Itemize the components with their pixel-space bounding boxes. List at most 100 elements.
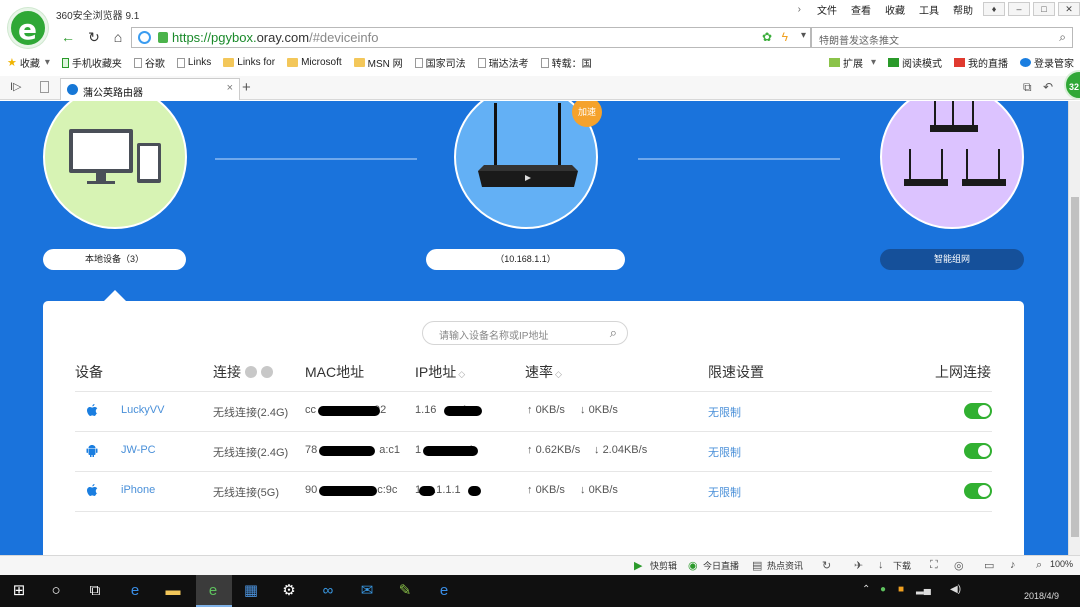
bookmark-links-for[interactable]: Links for [223, 57, 275, 68]
pin-icon[interactable]: ✈ [854, 559, 863, 572]
tray-360-icon[interactable]: ● [880, 584, 886, 595]
search-icon[interactable]: ⌕ [610, 325, 617, 341]
volume-icon[interactable]: ♪ [1010, 559, 1016, 571]
bookmark-google[interactable]: 谷歌 [133, 55, 165, 70]
menu-expand-icon[interactable]: › [798, 4, 801, 15]
sort-icon[interactable]: ◇ [555, 369, 562, 379]
status-quick-clip[interactable]: 快剪辑 [650, 559, 677, 572]
network-icon[interactable]: ◎ [954, 559, 964, 572]
paint-icon[interactable]: ✎ [395, 581, 415, 601]
cortana-icon[interactable]: ○ [46, 581, 66, 601]
windows-start-icon[interactable]: ⊞ [9, 581, 29, 601]
zoom-icon[interactable]: ⌕ [1036, 559, 1042, 572]
tab-close-icon[interactable]: × [227, 82, 233, 94]
my-live-button[interactable]: 我的直播 [954, 55, 1008, 70]
task-view-icon[interactable]: ⧉ [85, 581, 105, 601]
status-download[interactable]: 下载 [893, 559, 911, 572]
bookmark-msn[interactable]: MSN 网 [353, 55, 403, 70]
menu-view[interactable]: 查看 [851, 2, 871, 17]
header-ip[interactable]: IP地址 ◇ [415, 362, 465, 382]
edge-icon[interactable]: e [125, 581, 145, 601]
tray-app-icon[interactable]: ■ [898, 584, 904, 595]
mesh-network-label[interactable]: 智能组网 [880, 249, 1024, 270]
maximize-button[interactable]: □ [1033, 2, 1055, 16]
app-icon[interactable]: ▦ [241, 581, 261, 601]
login-manager-button[interactable]: 登录管家 [1020, 55, 1074, 70]
ie-icon[interactable]: e [434, 581, 454, 601]
file-explorer-icon[interactable]: ▬ [163, 581, 183, 601]
speed-limit-link[interactable]: 无限制 [708, 484, 741, 500]
bookmark-judicial[interactable]: 国家司法 [414, 55, 466, 70]
scrollbar-thumb[interactable] [1071, 197, 1079, 537]
bookmark-ruida[interactable]: 瑞达法考 [477, 55, 529, 70]
tray-volume-icon[interactable]: ◀) [950, 584, 961, 595]
minimize-button[interactable]: – [1008, 2, 1030, 16]
router-ip-label[interactable]: （10.168.1.1） [426, 249, 625, 270]
menu-tools[interactable]: 工具 [919, 2, 939, 17]
internet-toggle[interactable] [964, 403, 992, 419]
zoom-level[interactable]: 100% [1050, 559, 1073, 569]
bookmark-repost[interactable]: 转载：国 [540, 55, 592, 70]
back-button[interactable]: ← [58, 28, 78, 46]
skin-button[interactable]: ♦ [983, 2, 1005, 16]
menu-favorites[interactable]: 收藏 [885, 2, 905, 17]
mesh-network-node[interactable] [880, 101, 1024, 229]
url-field[interactable]: https://pgybox.oray.com/#deviceinfo ✿ ϟ … [131, 27, 811, 48]
device-name[interactable]: LuckyVV [121, 404, 164, 416]
quick-clip-icon[interactable]: ▶ [634, 559, 642, 572]
wifi-filter-icon[interactable] [245, 366, 257, 378]
bookmark-links[interactable]: Links [176, 57, 211, 68]
compat-mode-icon[interactable]: ✿ [762, 30, 772, 44]
settings-icon[interactable]: ⚙ [279, 581, 299, 601]
news-icon[interactable]: ▤ [752, 559, 762, 572]
reading-mode-button[interactable]: 阅读模式 [888, 55, 942, 70]
bookmark-mobile[interactable]: 手机收藏夹 [61, 55, 122, 70]
internet-toggle[interactable] [964, 443, 992, 459]
close-button[interactable]: ✕ [1058, 2, 1080, 16]
device-name[interactable]: JW-PC [121, 444, 156, 456]
bookmark-microsoft[interactable]: Microsoft [287, 57, 342, 68]
menu-help[interactable]: 帮助 [953, 2, 973, 17]
window-icon[interactable]: ▭ [984, 559, 994, 572]
baidu-netdisk-icon[interactable]: ∞ [318, 581, 338, 601]
speed-limit-link[interactable]: 无限制 [708, 404, 741, 420]
mail-icon[interactable]: ✉ [357, 581, 377, 601]
header-speed[interactable]: 速率 ◇ [525, 362, 562, 382]
sidebar-toggle-icon[interactable]: I▷ [10, 80, 22, 93]
home-button[interactable]: ⌂ [108, 28, 128, 46]
search-icon[interactable]: ⌕ [1059, 30, 1066, 45]
speed-mode-icon[interactable]: ϟ [782, 30, 788, 44]
crop-icon[interactable]: ⛶ [930, 559, 938, 572]
refresh-button[interactable]: ↻ [84, 28, 104, 46]
360-browser-icon[interactable]: e [203, 581, 223, 601]
device-name[interactable]: iPhone [121, 484, 155, 496]
extensions-button[interactable]: 扩展 ▾ [828, 55, 876, 70]
tab-list-icon[interactable]: ⧉ [1023, 80, 1032, 95]
local-devices-node[interactable] [43, 101, 187, 229]
url-dropdown-icon[interactable]: ▾ [801, 30, 806, 41]
browser-logo-icon[interactable]: e [8, 8, 48, 48]
url-text[interactable]: https://pgybox.oray.com/#deviceinfo [172, 30, 378, 45]
security-shield-icon[interactable] [138, 31, 151, 44]
device-search-input[interactable]: 请输入设备名称或IP地址 ⌕ [422, 321, 628, 345]
internet-toggle[interactable] [964, 483, 992, 499]
refresh-icon[interactable]: ↻ [822, 559, 831, 572]
vertical-scrollbar[interactable] [1068, 101, 1080, 555]
status-today-live[interactable]: 今日直播 [703, 559, 739, 572]
status-hot-news[interactable]: 热点资讯 [767, 559, 803, 572]
sort-icon[interactable]: ◇ [458, 369, 465, 379]
lock-icon[interactable] [158, 32, 168, 43]
local-devices-label[interactable]: 本地设备（3） [43, 249, 186, 270]
wired-filter-icon[interactable] [261, 366, 273, 378]
new-tab-button[interactable]: + [242, 79, 251, 96]
speed-limit-link[interactable]: 无限制 [708, 444, 741, 460]
download-icon[interactable]: ↓ [878, 559, 884, 571]
tray-network-icon[interactable]: ▂▄ [916, 584, 931, 595]
mobile-icon[interactable] [40, 81, 49, 93]
bookmark-favorites[interactable]: ★ 收藏 ▾ [7, 55, 50, 70]
menu-file[interactable]: 文件 [817, 2, 837, 17]
tray-expand-icon[interactable]: ⌃ [862, 584, 870, 595]
tab-pgy-router[interactable]: 蒲公英路由器 × [60, 78, 240, 100]
undo-close-icon[interactable]: ↶ [1043, 80, 1053, 94]
live-icon[interactable]: ◉ [688, 559, 698, 572]
